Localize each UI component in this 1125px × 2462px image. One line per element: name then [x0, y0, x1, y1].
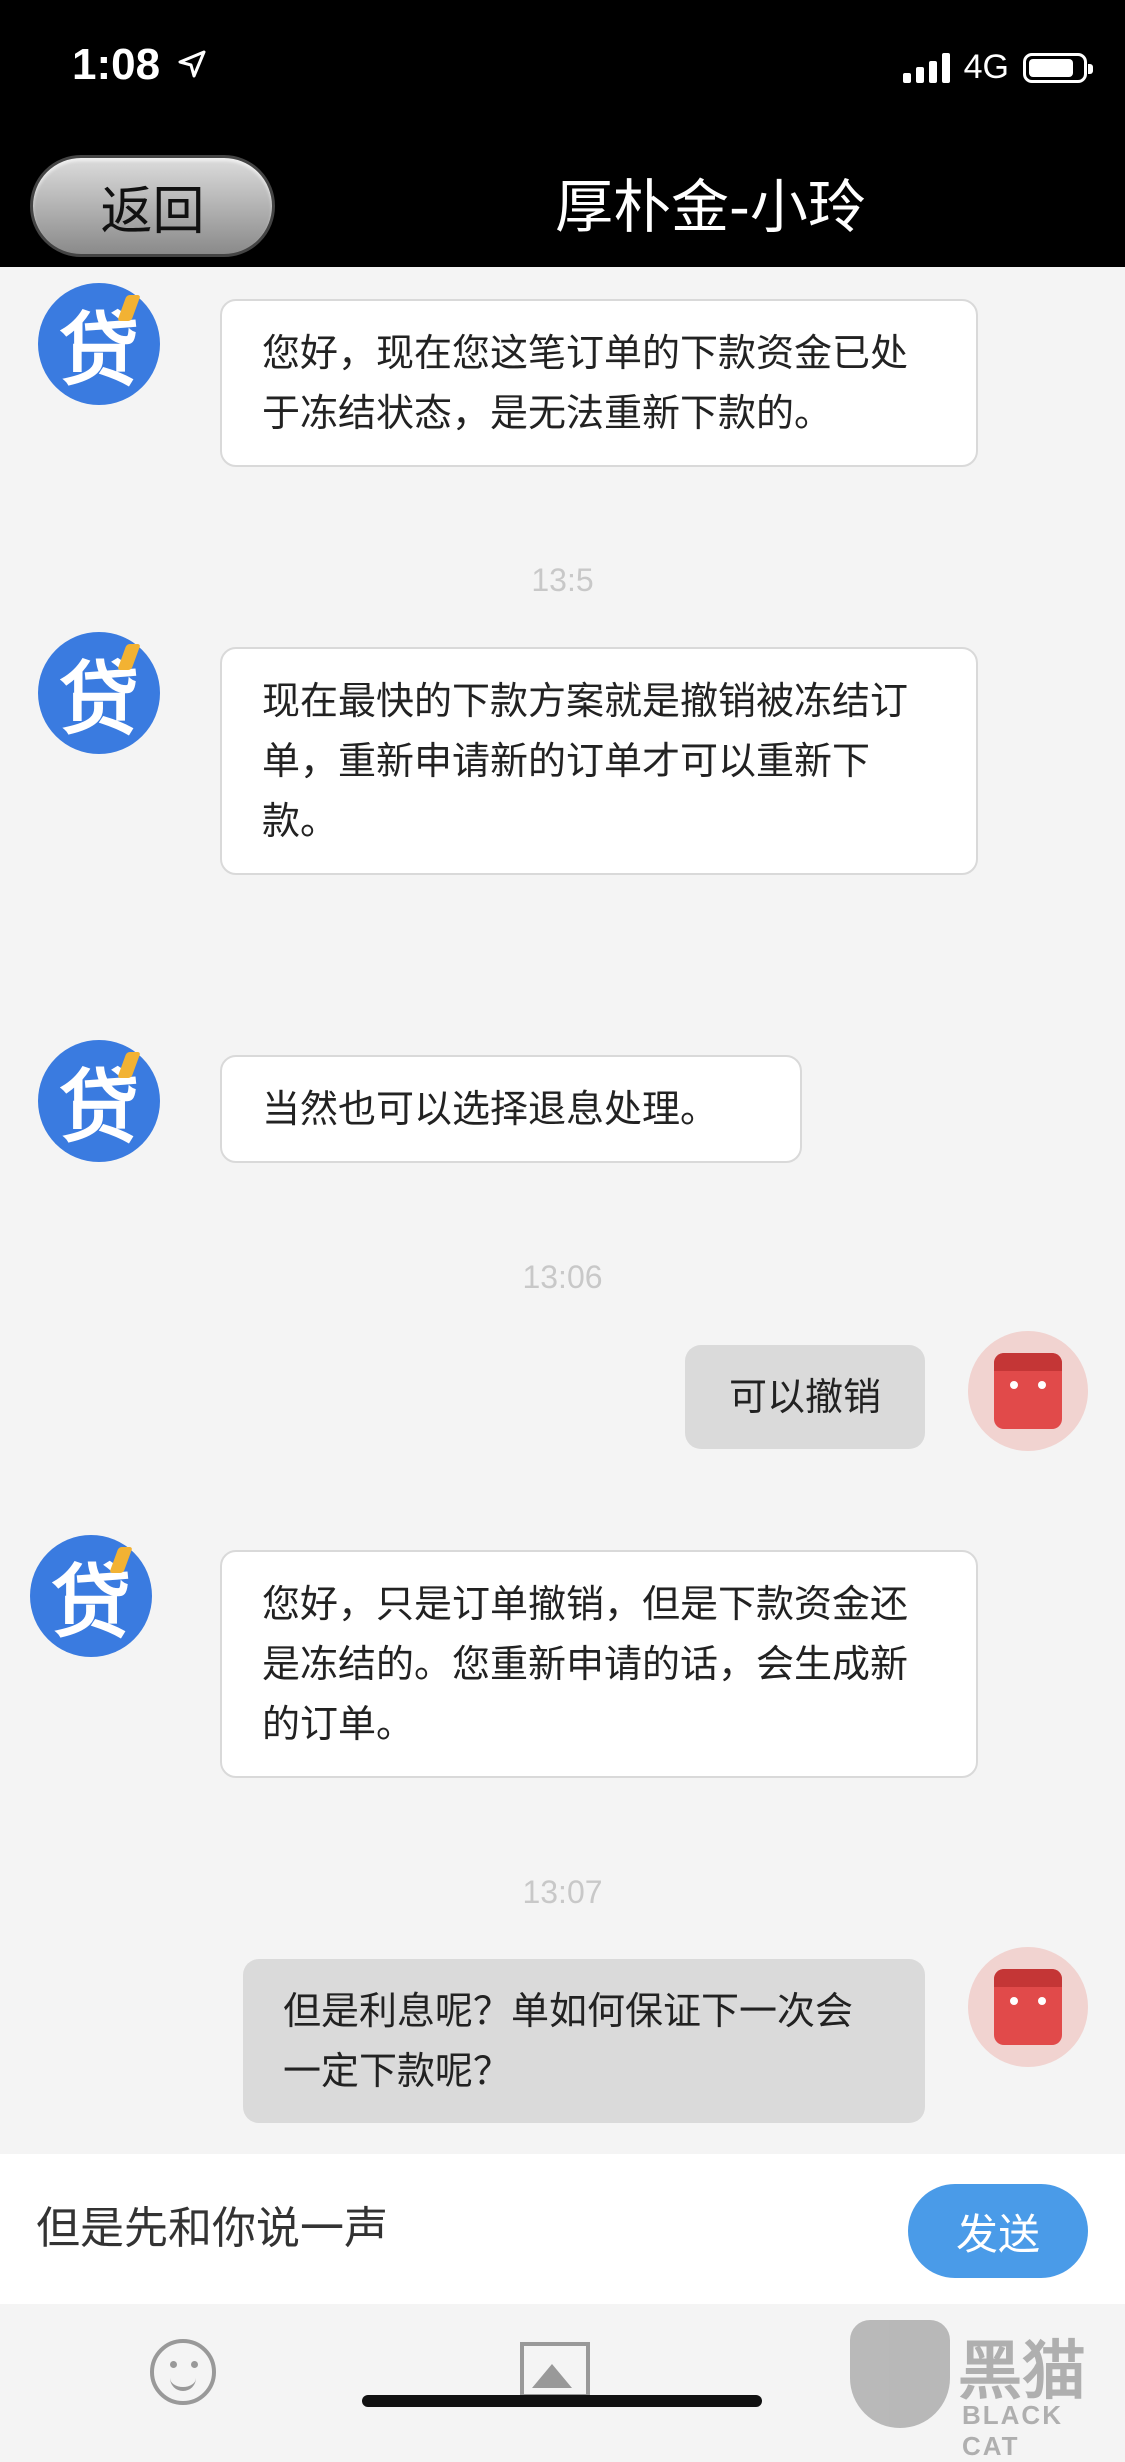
message-timestamp: 13:07 — [522, 1874, 603, 1910]
bot-avatar[interactable]: 贷 — [30, 1535, 152, 1657]
message-timestamp: 13:06 — [522, 1259, 603, 1295]
bot-avatar[interactable]: 贷 — [38, 632, 160, 754]
status-indicators: 4G — [902, 48, 1093, 87]
user-avatar[interactable] — [968, 1331, 1088, 1451]
bot-message: 您好，只是订单撤销，但是下款资金还是冻结的。您重新申请的话，会生成新的订单。 — [220, 1550, 978, 1778]
user-message: 但是利息呢？单如何保证下一次会一定下款呢？ — [243, 1959, 925, 2123]
bot-avatar[interactable]: 贷 — [38, 1040, 160, 1162]
message-input[interactable]: 但是先和你说一声 — [36, 2194, 856, 2264]
user-avatar[interactable] — [968, 1947, 1088, 2067]
nav-bar: 返回 厚朴金-小玲 — [0, 135, 1125, 267]
chat-messages[interactable]: 贷 您好，现在您这笔订单的下款资金已处于冻结状态，是无法重新下款的。 13:5 … — [0, 267, 1125, 2154]
network-type: 4G — [963, 48, 1009, 86]
battery-icon — [1023, 52, 1093, 83]
bot-message: 您好，现在您这笔订单的下款资金已处于冻结状态，是无法重新下款的。 — [220, 299, 978, 467]
user-message: 可以撤销 — [685, 1345, 925, 1449]
image-icon[interactable] — [520, 2342, 590, 2398]
home-indicator[interactable] — [362, 2395, 762, 2407]
bot-message: 当然也可以选择退息处理。 — [220, 1055, 802, 1163]
status-bar: 1:08 4G — [0, 0, 1125, 135]
message-timestamp: 13:5 — [531, 562, 594, 598]
send-button[interactable]: 发送 — [908, 2184, 1088, 2278]
signal-bars-icon — [902, 52, 950, 83]
location-arrow-icon — [178, 50, 206, 78]
page-title: 厚朴金-小玲 — [555, 173, 866, 241]
bot-avatar[interactable]: 贷 — [38, 283, 160, 405]
bot-message: 现在最快的下款方案就是撤销被冻结订单，重新申请新的订单才可以重新下款。 — [220, 647, 978, 875]
emoji-icon[interactable] — [150, 2339, 216, 2405]
watermark-logo: 黑猫 BLACK CAT — [850, 2320, 1125, 2461]
back-button[interactable]: 返回 — [30, 155, 275, 257]
status-time: 1:08 — [72, 40, 161, 89]
message-input-bar: 但是先和你说一声 发送 — [0, 2154, 1125, 2304]
